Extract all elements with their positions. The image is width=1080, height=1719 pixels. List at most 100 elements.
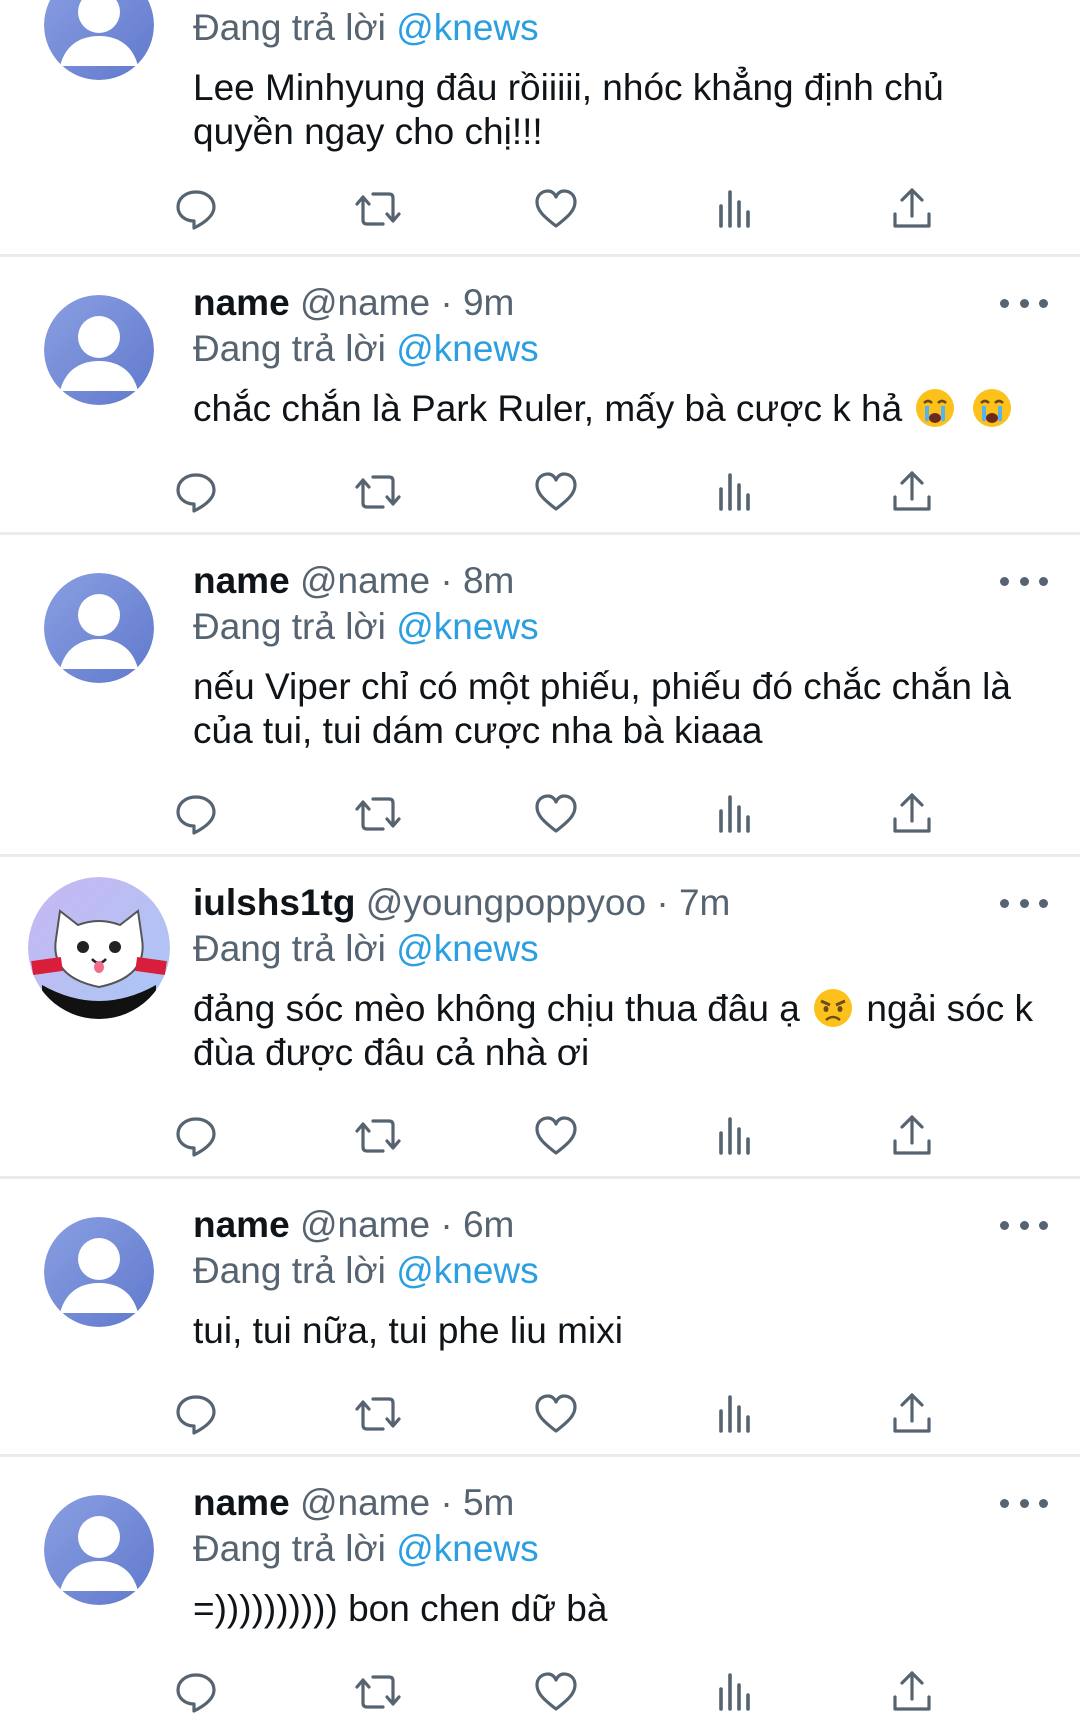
angry-face-emoji bbox=[814, 989, 853, 1027]
reply-prefix: Đang trả lời bbox=[193, 606, 386, 647]
views-button[interactable] bbox=[710, 1667, 760, 1717]
tweet[interactable]: iulshs1tg @youngpoppyoo · 7m Đang trả lờ… bbox=[0, 857, 1080, 1177]
tweet[interactable]: name @name · 6m Đang trả lời @knews tui,… bbox=[0, 1179, 1080, 1454]
reply-context: Đang trả lời @knews bbox=[193, 6, 539, 50]
like-button[interactable] bbox=[531, 789, 581, 839]
display-name[interactable]: name bbox=[193, 1482, 290, 1523]
display-name[interactable]: name bbox=[193, 560, 290, 601]
avatar[interactable] bbox=[44, 1495, 154, 1605]
tweet[interactable]: Đang trả lời @knews Lee Minhyung đâu rồi… bbox=[0, 0, 1080, 255]
share-upload-icon bbox=[887, 1111, 937, 1161]
avatar[interactable] bbox=[44, 573, 154, 683]
reply-button[interactable] bbox=[171, 1111, 221, 1161]
retweet-button[interactable] bbox=[353, 1389, 403, 1439]
views-button[interactable] bbox=[710, 789, 760, 839]
more-options-button[interactable] bbox=[1000, 569, 1048, 593]
retweet-button[interactable] bbox=[353, 789, 403, 839]
share-button[interactable] bbox=[887, 184, 937, 234]
reply-bubble-icon bbox=[171, 1111, 221, 1161]
separator-dot: · bbox=[440, 282, 453, 323]
user-handle[interactable]: @name bbox=[300, 560, 430, 601]
reply-prefix: Đang trả lời bbox=[193, 1250, 386, 1291]
reply-prefix: Đang trả lời bbox=[193, 328, 386, 369]
tweet[interactable]: name @name · 5m Đang trả lời @knews =)))… bbox=[0, 1457, 1080, 1719]
views-button[interactable] bbox=[710, 1111, 760, 1161]
reply-button[interactable] bbox=[171, 467, 221, 517]
views-button[interactable] bbox=[710, 467, 760, 517]
mention-link[interactable]: @knews bbox=[396, 1528, 538, 1569]
retweet-arrows-icon bbox=[353, 789, 403, 839]
like-button[interactable] bbox=[531, 1389, 581, 1439]
avatar[interactable] bbox=[28, 877, 170, 1019]
avatar[interactable] bbox=[44, 1217, 154, 1327]
tweet[interactable]: name @name · 8m Đang trả lời @knews nếu … bbox=[0, 535, 1080, 855]
user-handle[interactable]: @youngpoppyoo bbox=[366, 882, 646, 923]
tweet-header: name @name · 9m bbox=[193, 281, 514, 325]
user-handle[interactable]: @name bbox=[300, 282, 430, 323]
action-bar bbox=[0, 789, 1080, 839]
share-button[interactable] bbox=[887, 789, 937, 839]
timestamp[interactable]: 8m bbox=[463, 560, 514, 601]
reply-context: Đang trả lời @knews bbox=[193, 927, 539, 971]
timestamp[interactable]: 7m bbox=[679, 882, 730, 923]
tweet-text: đảng sóc mèo không chịu thua đâu ạ ngải … bbox=[193, 987, 1053, 1075]
crying-face-emoji bbox=[972, 389, 1011, 427]
more-options-button[interactable] bbox=[1000, 291, 1048, 315]
like-button[interactable] bbox=[531, 467, 581, 517]
like-button[interactable] bbox=[531, 184, 581, 234]
reply-button[interactable] bbox=[171, 1389, 221, 1439]
reply-button[interactable] bbox=[171, 789, 221, 839]
bar-chart-icon bbox=[710, 1111, 760, 1161]
separator-dot: · bbox=[440, 1204, 453, 1245]
retweet-button[interactable] bbox=[353, 467, 403, 517]
timestamp[interactable]: 5m bbox=[463, 1482, 514, 1523]
more-options-button[interactable] bbox=[1000, 1213, 1048, 1237]
reply-button[interactable] bbox=[171, 184, 221, 234]
share-button[interactable] bbox=[887, 1111, 937, 1161]
views-button[interactable] bbox=[710, 184, 760, 234]
like-button[interactable] bbox=[531, 1111, 581, 1161]
ellipsis-icon bbox=[1000, 1220, 1009, 1230]
share-button[interactable] bbox=[887, 1667, 937, 1717]
more-options-button[interactable] bbox=[1000, 1491, 1048, 1515]
user-handle[interactable]: @name bbox=[300, 1482, 430, 1523]
ellipsis-icon bbox=[1000, 298, 1009, 308]
tweet[interactable]: name @name · 9m Đang trả lời @knews chắc… bbox=[0, 257, 1080, 532]
timestamp[interactable]: 6m bbox=[463, 1204, 514, 1245]
display-name[interactable]: name bbox=[193, 1204, 290, 1245]
bar-chart-icon bbox=[710, 1667, 760, 1717]
display-name[interactable]: iulshs1tg bbox=[193, 882, 355, 923]
tweet-text: =)))))))))) bon chen dữ bà bbox=[193, 1588, 608, 1629]
retweet-button[interactable] bbox=[353, 184, 403, 234]
retweet-arrows-icon bbox=[353, 184, 403, 234]
reply-button[interactable] bbox=[171, 1667, 221, 1717]
like-button[interactable] bbox=[531, 1667, 581, 1717]
user-handle[interactable]: @name bbox=[300, 1204, 430, 1245]
mention-link[interactable]: @knews bbox=[396, 328, 538, 369]
views-button[interactable] bbox=[710, 1389, 760, 1439]
tweet-text-content: chắc chắn là Park Ruler, mấy bà cược k h… bbox=[193, 388, 903, 429]
reply-prefix: Đang trả lời bbox=[193, 1528, 386, 1569]
ellipsis-icon bbox=[1000, 1498, 1009, 1508]
tweet-text: nếu Viper chỉ có một phiếu, phiếu đó chắ… bbox=[193, 666, 1011, 751]
mention-link[interactable]: @knews bbox=[396, 606, 538, 647]
mention-link[interactable]: @knews bbox=[396, 928, 538, 969]
share-upload-icon bbox=[887, 184, 937, 234]
heart-icon bbox=[531, 1389, 581, 1439]
timestamp[interactable]: 9m bbox=[463, 282, 514, 323]
separator-dot: · bbox=[440, 560, 453, 601]
avatar[interactable] bbox=[44, 295, 154, 405]
share-button[interactable] bbox=[887, 1389, 937, 1439]
share-button[interactable] bbox=[887, 467, 937, 517]
mention-link[interactable]: @knews bbox=[396, 1250, 538, 1291]
avatar[interactable] bbox=[44, 0, 154, 80]
retweet-button[interactable] bbox=[353, 1667, 403, 1717]
display-name[interactable]: name bbox=[193, 282, 290, 323]
action-bar bbox=[0, 184, 1080, 234]
more-options-button[interactable] bbox=[1000, 891, 1048, 915]
mention-link[interactable]: @knews bbox=[396, 7, 538, 48]
separator-dot: · bbox=[656, 882, 669, 923]
reply-bubble-icon bbox=[171, 789, 221, 839]
tweet-text-before: đảng sóc mèo không chịu thua đâu ạ bbox=[193, 988, 800, 1029]
retweet-button[interactable] bbox=[353, 1111, 403, 1161]
